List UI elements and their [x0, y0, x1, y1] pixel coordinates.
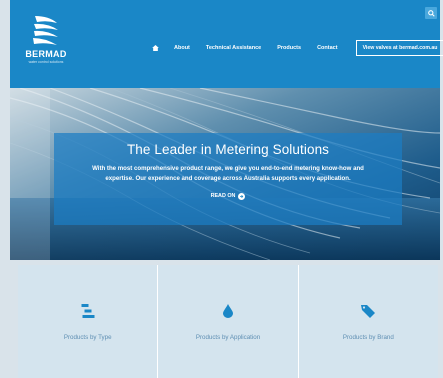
logo-mark-icon	[33, 16, 58, 45]
card-label-type: Products by Type	[63, 334, 112, 341]
card-label-application: Products by Application	[195, 334, 261, 341]
arrow-right-circle-icon	[238, 192, 246, 200]
nav-home[interactable]	[150, 43, 160, 53]
site-header: BERMAD water control solutions About Tec…	[10, 0, 443, 88]
brand-name: BERMAD	[25, 49, 67, 59]
hero-banner: The Leader in Metering Solutions With th…	[10, 88, 440, 260]
nav-item-about[interactable]: About	[174, 45, 190, 51]
card-products-by-application[interactable]: Products by Application	[158, 265, 299, 378]
nav-item-contact[interactable]: Contact	[317, 45, 337, 51]
main-nav: About Technical Assistance Products Cont…	[150, 40, 443, 56]
view-valves-button[interactable]: View valves at bermad.com.au	[355, 40, 443, 56]
brand-tagline: water control solutions	[28, 60, 64, 64]
list-icon	[81, 304, 95, 318]
nav-item-technical-assistance[interactable]: Technical Assistance	[206, 45, 261, 51]
brand-logo[interactable]: BERMAD water control solutions	[22, 14, 70, 72]
card-products-by-type[interactable]: Products by Type	[18, 265, 159, 378]
card-label-brand: Products by Brand	[342, 334, 394, 341]
tag-icon	[361, 305, 376, 318]
home-icon	[151, 45, 159, 51]
hero-description: With the most comprehensive product rang…	[92, 165, 364, 182]
read-on-link[interactable]: READ ON	[210, 192, 246, 200]
search-icon	[427, 9, 435, 17]
search-button[interactable]	[425, 7, 437, 19]
page-frame: BERMAD water control solutions About Tec…	[0, 0, 443, 378]
hero-title: The Leader in Metering Solutions	[126, 142, 330, 157]
water-drop-icon	[222, 304, 233, 318]
category-cards: Products by Type Products by Application…	[18, 265, 438, 378]
nav-item-products[interactable]: Products	[277, 45, 301, 51]
hero-text-panel: The Leader in Metering Solutions With th…	[54, 133, 402, 225]
read-on-label: READ ON	[210, 193, 236, 199]
card-products-by-brand[interactable]: Products by Brand	[298, 265, 438, 378]
